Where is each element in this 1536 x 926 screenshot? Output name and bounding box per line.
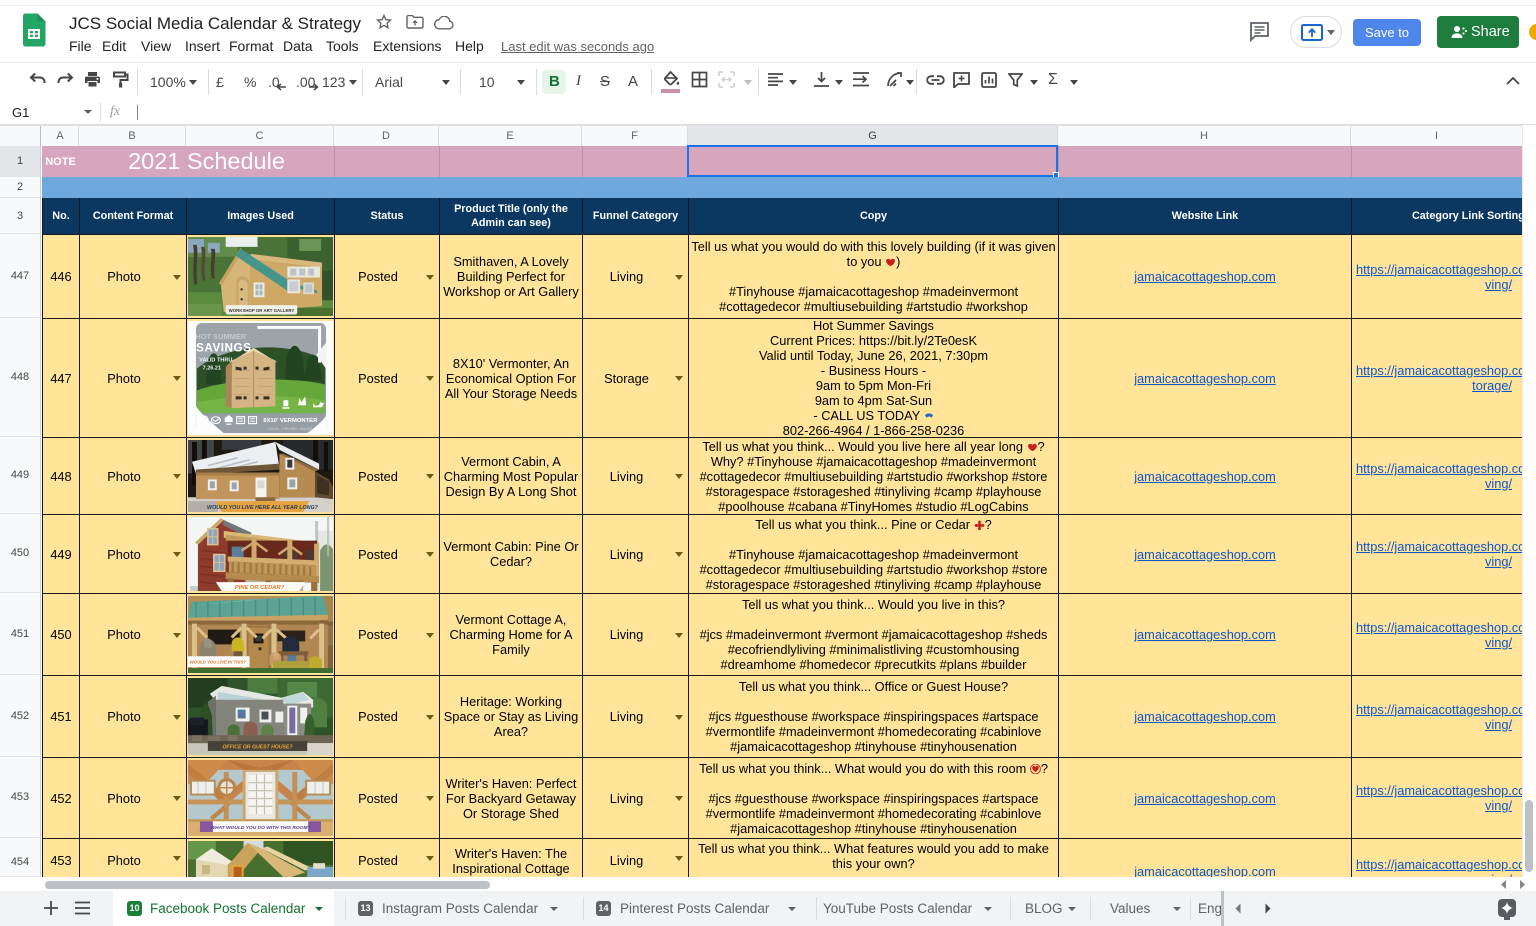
svg-text:SAVINGS: SAVINGS xyxy=(196,342,251,355)
svg-text:WOULD YOU LIVE HERE ALL YEAR L: WOULD YOU LIVE HERE ALL YEAR LONG? xyxy=(207,505,319,511)
svg-text:VALID THRU: VALID THRU xyxy=(199,358,232,364)
svg-text:OFFICE OR GUEST HOUSE?: OFFICE OR GUEST HOUSE? xyxy=(223,745,294,751)
svg-text:8X10' VERMONTER: 8X10' VERMONTER xyxy=(263,418,318,424)
svg-text:WOULD YOU LIVE IN THIS?: WOULD YOU LIVE IN THIS? xyxy=(190,660,246,665)
svg-text:WHAT WOULD YOU DO WITH THIS RO: WHAT WOULD YOU DO WITH THIS ROOM? xyxy=(211,825,311,831)
svg-text:- LOCAL - PRICING - HOURS -: - LOCAL - PRICING - HOURS - xyxy=(266,427,315,431)
svg-text:PINE OR CEDAR?: PINE OR CEDAR? xyxy=(235,585,285,591)
svg-text:HOT SUMMER: HOT SUMMER xyxy=(195,332,246,341)
svg-text:7.26.21: 7.26.21 xyxy=(203,366,222,372)
svg-text:WORKSHOP OR ART GALLERY: WORKSHOP OR ART GALLERY xyxy=(229,308,295,313)
